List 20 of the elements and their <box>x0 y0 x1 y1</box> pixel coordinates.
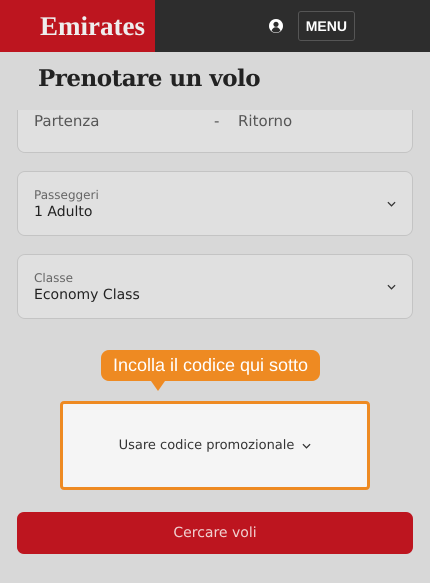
select-field[interactable]: Passeggeri 1 Adulto <box>17 171 413 236</box>
date-field[interactable]: Partenza - Ritorno <box>17 110 413 153</box>
promo-code-link[interactable]: Usare codice promozionale <box>118 438 312 453</box>
chevron-down-icon <box>302 442 312 448</box>
chevron-down-icon <box>387 284 396 290</box>
logo[interactable]: Emirates <box>40 10 145 42</box>
date-separator: - <box>214 112 220 130</box>
chevron-down-icon <box>387 200 396 206</box>
select-field[interactable]: Classe Economy Class <box>17 254 413 319</box>
field-value: 1 Adulto <box>34 204 94 220</box>
callout-text: Incolla il codice qui sotto <box>112 355 308 375</box>
search-flights-button[interactable]: Cercare voli <box>17 512 413 554</box>
user-icon[interactable] <box>268 18 284 34</box>
return-label: Ritorno <box>238 112 292 130</box>
field-value: Economy Class <box>34 286 140 302</box>
page-title: Prenotare un volo <box>37 64 262 94</box>
field-label: Classe <box>34 270 74 284</box>
menu-button[interactable]: MENU <box>298 11 355 41</box>
field-label: Passeggeri <box>34 188 99 202</box>
departure-label: Partenza <box>34 112 100 130</box>
